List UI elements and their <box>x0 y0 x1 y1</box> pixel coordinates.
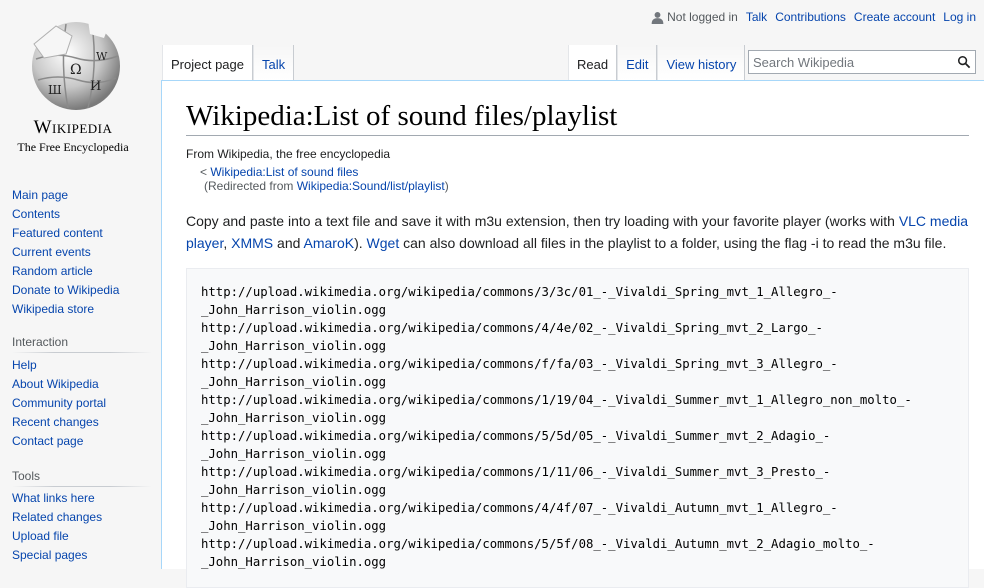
content-area: Wikipedia:List of sound files/playlist F… <box>161 80 984 588</box>
redirect-note: (Redirected from Wikipedia:Sound/list/pl… <box>204 179 449 193</box>
interaction-heading: Interaction <box>12 335 69 349</box>
intro-text-5: can also download all files in the playl… <box>399 235 947 251</box>
playlist-line: _John_Harrison_violin.ogg <box>201 411 387 425</box>
tab-talk[interactable]: Talk <box>253 45 295 80</box>
playlist-line: _John_Harrison_violin.ogg <box>201 339 387 353</box>
user-icon <box>651 11 664 24</box>
tools-heading: Tools <box>12 469 41 483</box>
wget-link[interactable]: Wget <box>367 235 400 251</box>
redirect-prefix: (Redirected from <box>204 179 297 193</box>
playlist-line: http://upload.wikimedia.org/wikipedia/co… <box>201 537 875 551</box>
playlist-line: http://upload.wikimedia.org/wikipedia/co… <box>201 501 838 515</box>
playlist-line: http://upload.wikimedia.org/wikipedia/co… <box>201 393 912 407</box>
sidebar-item-related-changes[interactable]: Related changes <box>12 508 102 527</box>
playlist-line: _John_Harrison_violin.ogg <box>201 303 387 317</box>
interaction-divider <box>12 352 152 353</box>
intro-text-2: , <box>223 235 232 251</box>
sidebar-item-contact-page[interactable]: Contact page <box>12 432 106 451</box>
contributions-link[interactable]: Contributions <box>775 10 846 24</box>
playlist-line: _John_Harrison_violin.ogg <box>201 555 387 569</box>
create-account-link[interactable]: Create account <box>854 10 935 24</box>
svg-text:Ω: Ω <box>70 62 82 78</box>
tab-view-history[interactable]: View history <box>657 45 746 80</box>
not-logged-in-label: Not logged in <box>667 10 738 24</box>
personal-tools: Not logged in Talk Contributions Create … <box>651 10 976 24</box>
intro-text-3: and <box>273 235 304 251</box>
breadcrumb-prefix: < <box>200 165 211 179</box>
sidebar-item-donate[interactable]: Donate to Wikipedia <box>12 281 119 300</box>
sidebar-interaction: Help About Wikipedia Community portal Re… <box>12 356 106 451</box>
redirect-link[interactable]: Wikipedia:Sound/list/playlist <box>297 179 445 193</box>
playlist-line: http://upload.wikimedia.org/wikipedia/co… <box>201 357 838 371</box>
wordmark: Wikipedia <box>33 117 113 138</box>
amarok-link[interactable]: AmaroK <box>304 235 355 251</box>
sidebar-item-community-portal[interactable]: Community portal <box>12 394 106 413</box>
xmms-link[interactable]: XMMS <box>231 235 273 251</box>
search-placeholder: Search Wikipedia <box>753 55 855 70</box>
breadcrumb-link[interactable]: Wikipedia:List of sound files <box>210 165 358 179</box>
playlist-line: http://upload.wikimedia.org/wikipedia/co… <box>201 465 831 479</box>
site-subtitle: From Wikipedia, the free encyclopedia <box>186 147 391 161</box>
sidebar-item-what-links-here[interactable]: What links here <box>12 489 102 508</box>
intro-paragraph: Copy and paste into a text file and save… <box>186 210 976 254</box>
sidebar-item-help[interactable]: Help <box>12 356 106 375</box>
page-title: Wikipedia:List of sound files/playlist <box>186 100 969 136</box>
tab-project-page[interactable]: Project page <box>162 45 253 80</box>
breadcrumb: < Wikipedia:List of sound files <box>200 165 358 179</box>
view-tabs: Read Edit View history <box>568 45 746 80</box>
svg-text:W: W <box>96 50 108 63</box>
sidebar-item-recent-changes[interactable]: Recent changes <box>12 413 106 432</box>
playlist-line: http://upload.wikimedia.org/wikipedia/co… <box>201 321 823 335</box>
namespace-tabs: Project page Talk <box>162 45 295 80</box>
tagline: The Free Encyclopedia <box>17 140 129 154</box>
intro-text-4: ). <box>354 235 367 251</box>
svg-text:И: И <box>90 79 101 94</box>
search-icon[interactable] <box>957 55 971 69</box>
sidebar-item-store[interactable]: Wikipedia store <box>12 300 119 319</box>
sidebar-item-special-pages[interactable]: Special pages <box>12 546 102 565</box>
intro-text-1: Copy and paste into a text file and save… <box>186 213 899 229</box>
tab-edit[interactable]: Edit <box>617 45 658 80</box>
playlist-code-block: http://upload.wikimedia.org/wikipedia/co… <box>186 268 969 588</box>
log-in-link[interactable]: Log in <box>943 10 976 24</box>
playlist-line: _John_Harrison_violin.ogg <box>201 447 387 461</box>
svg-text:Ш: Ш <box>48 83 62 97</box>
playlist-line: http://upload.wikimedia.org/wikipedia/co… <box>201 285 838 299</box>
sidebar-tools: What links here Related changes Upload f… <box>12 489 102 565</box>
sidebar-item-contents[interactable]: Contents <box>12 205 119 224</box>
talk-link[interactable]: Talk <box>746 10 767 24</box>
tools-divider <box>12 486 152 487</box>
puzzle-globe-icon: Ω И Ш W <box>32 20 120 110</box>
sidebar-item-featured-content[interactable]: Featured content <box>12 224 119 243</box>
playlist-line: http://upload.wikimedia.org/wikipedia/co… <box>201 429 831 443</box>
sidebar-item-random-article[interactable]: Random article <box>12 262 119 281</box>
sidebar-navigation: Main page Contents Featured content Curr… <box>12 186 119 319</box>
not-logged-in: Not logged in <box>651 10 738 24</box>
playlist-line: _John_Harrison_violin.ogg <box>201 483 387 497</box>
playlist-line: _John_Harrison_violin.ogg <box>201 519 387 533</box>
wikipedia-logo[interactable]: Ω И Ш W Wikipedia The Free Encyclopedia <box>0 0 160 160</box>
sidebar-item-about[interactable]: About Wikipedia <box>12 375 106 394</box>
sidebar-item-current-events[interactable]: Current events <box>12 243 119 262</box>
sidebar-item-upload-file[interactable]: Upload file <box>12 527 102 546</box>
search-input[interactable]: Search Wikipedia <box>748 50 976 74</box>
tab-read[interactable]: Read <box>568 45 618 80</box>
playlist-line: _John_Harrison_violin.ogg <box>201 375 387 389</box>
redirect-suffix: ) <box>444 179 449 193</box>
sidebar-item-main-page[interactable]: Main page <box>12 186 119 205</box>
